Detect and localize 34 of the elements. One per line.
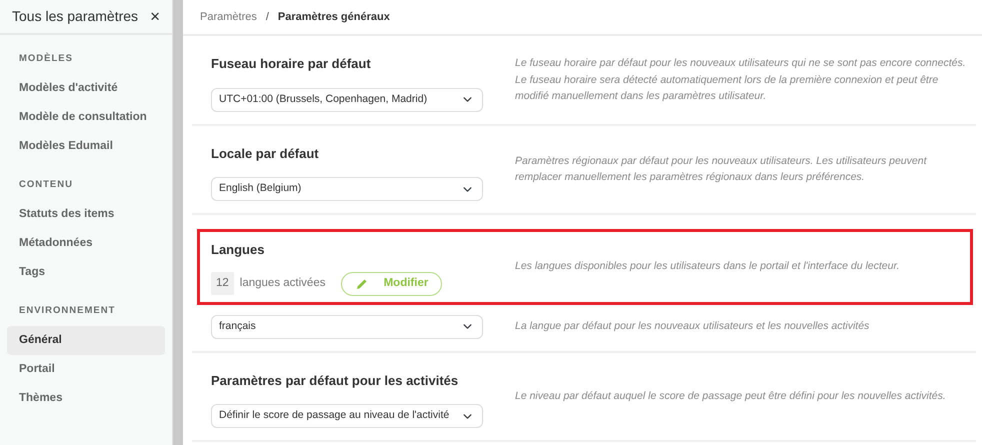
count-badge: 12: [211, 272, 234, 296]
sidebar-item[interactable]: Statuts des items: [7, 200, 165, 229]
section-heading: MODÈLES: [18, 52, 74, 66]
section-heading: CONTENU: [18, 178, 74, 192]
description: Paramètres régionaux par défaut pour les nouveaux utilisateurs. Les utilisateurs peuvent remplacer manuellement les paramètres régionaux dans leurs préférences.: [515, 154, 928, 186]
sidebar-item[interactable]: Tags: [7, 258, 165, 287]
sidebar-item[interactable]: Métadonnées: [7, 229, 165, 258]
select-field[interactable]: English (Belgium): [211, 177, 483, 201]
select-field[interactable]: français: [211, 314, 483, 338]
section-title: Paramètres par défaut pour les activités: [211, 372, 460, 390]
pencil-icon: [356, 278, 368, 290]
breadcrumb-current: Paramètres généraux: [278, 10, 390, 25]
section-title: Langues: [211, 241, 266, 259]
sidebar-item[interactable]: Thèmes: [7, 384, 165, 413]
breadcrumb-link[interactable]: Paramètres: [200, 8, 257, 26]
sidebar-item[interactable]: Modèles d'activité: [7, 74, 165, 103]
select-field[interactable]: UTC+01:00 (Brussels, Copenhagen, Madrid): [211, 88, 483, 112]
sidebar-item[interactable]: Portail: [7, 355, 165, 384]
description: La langue par défaut pour les nouveaux utilisateurs et les nouvelles activités: [515, 319, 870, 334]
sidebar-item[interactable]: Modèle de consultation: [7, 103, 165, 132]
sidebar-title: Tous les paramètres: [12, 7, 138, 26]
section-title: Fuseau horaire par défaut: [211, 55, 372, 73]
description: Le niveau par défaut auquel le score de passage peut être défini pour les nouvelles activités.: [515, 389, 947, 404]
section-heading: ENVIRONNEMENT: [18, 304, 116, 318]
description: Le fuseau horaire par défaut pour les nouveaux utilisateurs qui ne se sont pas encore connectés. Le fuseau horaire sera détecté automatiquement lors de la première connexion et peut être modifié manuellement dans les paramètres utilisateur.: [515, 56, 967, 104]
sidebar-item[interactable]: Général: [7, 326, 165, 355]
section-title: Locale par défaut: [211, 144, 320, 163]
breadcrumb-separator: /: [266, 10, 269, 25]
description: Les langues disponibles pour les utilisateurs dans le portail et l'interface du lecteur.: [515, 258, 901, 274]
select-field[interactable]: Définir le score de passage au niveau de l'activité: [211, 404, 483, 428]
scrollbar[interactable]: [172, 0, 183, 445]
count-label: langues activées: [240, 276, 326, 291]
close-button[interactable]: ×: [150, 8, 160, 25]
sidebar-item[interactable]: Modèles Edumail: [7, 132, 165, 161]
